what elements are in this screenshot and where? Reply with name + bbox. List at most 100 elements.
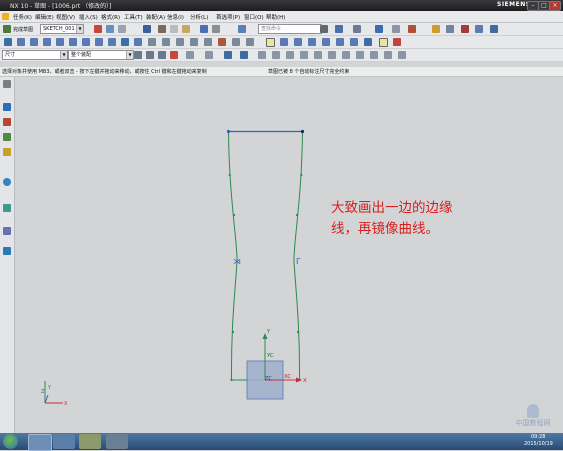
shaded-icon[interactable]	[375, 25, 383, 33]
rectangle-icon[interactable]	[82, 38, 90, 46]
command-search-input[interactable]: 查找命令	[258, 24, 322, 34]
layer-icon[interactable]	[392, 25, 400, 33]
spline-point[interactable]	[231, 330, 235, 334]
control-point-snap-icon[interactable]	[286, 51, 294, 59]
point-on-curve-icon[interactable]	[342, 51, 350, 59]
render-style-icon[interactable]	[353, 25, 361, 33]
continuous-auto-dim-icon[interactable]	[379, 38, 388, 47]
ellipse-icon[interactable]	[134, 38, 142, 46]
intersection-point-icon[interactable]	[232, 38, 240, 46]
snap-point-icon[interactable]	[475, 25, 483, 33]
make-corner-icon[interactable]	[176, 38, 184, 46]
show-constraints-icon[interactable]	[308, 38, 316, 46]
spline-point[interactable]	[296, 330, 300, 334]
right-edge-curve[interactable]	[293, 131, 303, 381]
mirror-curve-icon[interactable]	[218, 38, 226, 46]
quick-trim-icon[interactable]	[148, 38, 156, 46]
auto-constrain-icon[interactable]	[322, 38, 330, 46]
menu-tools[interactable]: 工具(T)	[124, 13, 143, 21]
line-icon[interactable]	[17, 38, 25, 46]
studio-spline-icon[interactable]	[121, 38, 129, 46]
offset-curve-icon[interactable]	[190, 38, 198, 46]
fillet-icon[interactable]	[56, 38, 64, 46]
auto-dimension-icon[interactable]	[336, 38, 344, 46]
tangent-constraint-icon[interactable]: Γ	[296, 257, 301, 266]
constraint-navigator-icon[interactable]	[3, 133, 11, 141]
alternate-solution-icon[interactable]	[364, 38, 372, 46]
taskbar-app-media-icon[interactable]	[53, 434, 75, 449]
finish-sketch-label[interactable]: 完成草图	[13, 26, 33, 33]
center-snap-icon[interactable]	[314, 51, 322, 59]
filter-icon[interactable]	[446, 25, 454, 33]
derived-line-icon[interactable]	[246, 38, 254, 46]
menu-insert[interactable]: 插入(S)	[79, 13, 98, 21]
menu-assemblies[interactable]: 装配(A)	[146, 13, 165, 21]
taskbar-app-nx-icon[interactable]	[106, 434, 128, 449]
existing-point-icon[interactable]	[356, 51, 364, 59]
polygon-icon[interactable]	[95, 38, 103, 46]
menu-window[interactable]: 窗口(O)	[244, 13, 264, 21]
pattern-curve-icon[interactable]	[204, 38, 212, 46]
close-button[interactable]: ×	[549, 1, 561, 11]
tangent-snap-icon[interactable]	[370, 51, 378, 59]
web-browser-icon[interactable]	[3, 178, 11, 186]
select-icon[interactable]	[134, 51, 142, 59]
perpendicular-snap-icon[interactable]	[384, 51, 392, 59]
bounded-grid-icon[interactable]	[398, 51, 406, 59]
spline-point[interactable]	[232, 213, 236, 217]
process-studio-icon[interactable]	[3, 227, 11, 235]
cut-icon[interactable]	[158, 25, 166, 33]
lasso-select-icon[interactable]	[205, 51, 213, 59]
reattach-sketch-icon[interactable]	[118, 25, 126, 33]
point-plus-icon[interactable]	[108, 38, 116, 46]
constraint-filter-select[interactable]: 整个装配 ▼	[68, 50, 134, 60]
circle-icon[interactable]	[43, 38, 51, 46]
rectangle-select-icon[interactable]	[186, 51, 194, 59]
relations-browser-icon[interactable]	[393, 38, 401, 46]
finish-sketch-icon[interactable]	[3, 25, 11, 33]
orient-view-icon[interactable]	[106, 25, 114, 33]
arc-icon[interactable]	[30, 38, 38, 46]
taskbar-app-sogou-icon[interactable]	[28, 434, 52, 451]
quick-pick-icon[interactable]	[490, 25, 498, 33]
selection-scope-icon[interactable]	[170, 51, 178, 59]
show-all-icon[interactable]	[224, 51, 232, 59]
geometric-constraint-icon[interactable]	[280, 38, 288, 46]
snap-icon[interactable]	[432, 25, 440, 33]
sketch-name-select[interactable]: SKETCH_001 ▼	[40, 24, 84, 34]
history-icon[interactable]	[3, 204, 11, 212]
assembly-navigator-icon[interactable]	[3, 118, 11, 126]
make-symmetric-icon[interactable]	[294, 38, 302, 46]
spline-point[interactable]	[228, 173, 231, 177]
dimension-type-select[interactable]: 尺寸 ▼	[2, 50, 68, 60]
save-icon[interactable]	[143, 25, 151, 33]
menu-edit[interactable]: 编辑(E)	[35, 13, 54, 21]
part-navigator-icon[interactable]	[3, 103, 11, 111]
paste-icon[interactable]	[182, 25, 190, 33]
menu-view[interactable]: 视图(V)	[56, 13, 75, 21]
quick-extend-icon[interactable]	[162, 38, 170, 46]
profile-icon[interactable]	[4, 38, 12, 46]
spline-point[interactable]	[295, 213, 299, 217]
reuse-library-icon[interactable]	[3, 148, 11, 156]
start-button-icon[interactable]	[3, 434, 18, 449]
copy-icon[interactable]	[170, 25, 178, 33]
undo-icon[interactable]	[200, 25, 208, 33]
redo-icon[interactable]	[212, 25, 220, 33]
quadrant-snap-icon[interactable]	[328, 51, 336, 59]
left-edge-curve[interactable]	[228, 131, 238, 381]
gear-icon[interactable]	[3, 80, 11, 88]
convert-reference-icon[interactable]	[350, 38, 358, 46]
vertex-point[interactable]	[226, 129, 231, 134]
spline-point[interactable]	[300, 173, 303, 177]
midpoint-snap-icon[interactable]	[272, 51, 280, 59]
deselect-icon[interactable]	[158, 51, 166, 59]
menu-help[interactable]: 帮助(H)	[266, 13, 285, 21]
show-hide-icon[interactable]	[408, 25, 416, 33]
symmetry-constraint-icon[interactable]: ⋊	[233, 257, 241, 266]
menu-information[interactable]: 信息(I)	[167, 13, 184, 21]
fit-view-icon[interactable]	[335, 25, 343, 33]
menu-analysis[interactable]: 分析(L)	[190, 13, 208, 21]
select-filter-icon[interactable]	[146, 51, 154, 59]
menu-format[interactable]: 格式(R)	[101, 13, 120, 21]
